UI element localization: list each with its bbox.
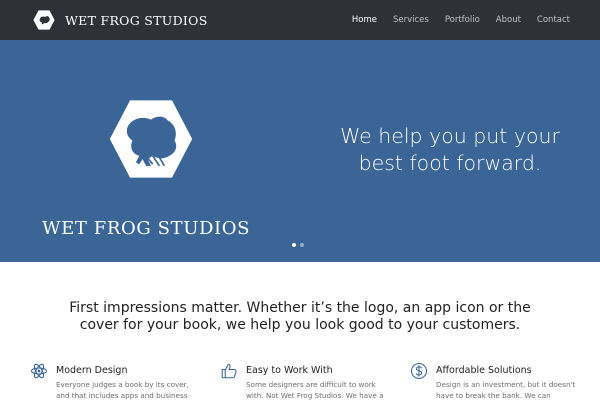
feature-description: Everyone judges a book by its cover, and… bbox=[56, 379, 206, 401]
feature-description-line: with. Not Wet Frog Studios. We have a bbox=[246, 391, 384, 400]
slide-dot-2[interactable] bbox=[300, 243, 304, 247]
feature-description-line: Design is an investment, but it doesn't bbox=[436, 380, 576, 389]
nav-contact[interactable]: Contact bbox=[537, 15, 570, 25]
nav-portfolio[interactable]: Portfolio bbox=[445, 15, 480, 25]
thumbs-up-icon bbox=[221, 363, 237, 379]
navbar: WET FROG STUDIOS Home Services Portfolio… bbox=[0, 0, 600, 40]
feature-description-line: Some designers are difficult to work bbox=[246, 380, 376, 389]
feature-description-line: Everyone judges a book by its cover, bbox=[56, 380, 189, 389]
hero-banner: WET FROG STUDIOS We help you put your be… bbox=[0, 40, 600, 262]
feature-description: Design is an investment, but it doesn't … bbox=[436, 379, 586, 401]
hero-tagline-line: We help you put your bbox=[340, 124, 560, 148]
hero-tagline: We help you put your best foot forward. bbox=[330, 123, 570, 177]
slider-dots bbox=[292, 243, 308, 247]
nav-home[interactable]: Home bbox=[352, 15, 377, 25]
slide-dot-1[interactable] bbox=[292, 243, 296, 247]
intro-text: First impressions matter. Whether it’s t… bbox=[30, 300, 570, 334]
dollar-icon bbox=[410, 362, 428, 380]
main-nav: Home Services Portfolio About Contact bbox=[336, 0, 570, 40]
hero-tagline-line: best foot forward. bbox=[358, 151, 542, 175]
nav-services[interactable]: Services bbox=[393, 15, 429, 25]
brand-name: WET FROG STUDIOS bbox=[65, 12, 208, 28]
feature-title: Modern Design bbox=[56, 365, 128, 376]
nav-about[interactable]: About bbox=[496, 15, 521, 25]
brand-link[interactable]: WET FROG STUDIOS bbox=[33, 8, 208, 32]
feature-title: Easy to Work With bbox=[246, 365, 333, 376]
intro-line: cover for your book, we help you look go… bbox=[79, 317, 521, 333]
frog-logo-icon bbox=[109, 100, 193, 178]
frog-logo-icon bbox=[33, 10, 55, 30]
feature-title: Affordable Solutions bbox=[436, 365, 532, 376]
feature-description-line: and that includes apps and business bbox=[56, 391, 188, 400]
hero-logo-text: WET FROG STUDIOS bbox=[42, 218, 251, 239]
atom-icon bbox=[30, 363, 48, 379]
feature-description-line: have to break the bank. We can bbox=[436, 391, 551, 400]
intro-line: First impressions matter. Whether it’s t… bbox=[69, 300, 531, 316]
feature-description: Some designers are difficult to work wit… bbox=[246, 379, 396, 401]
